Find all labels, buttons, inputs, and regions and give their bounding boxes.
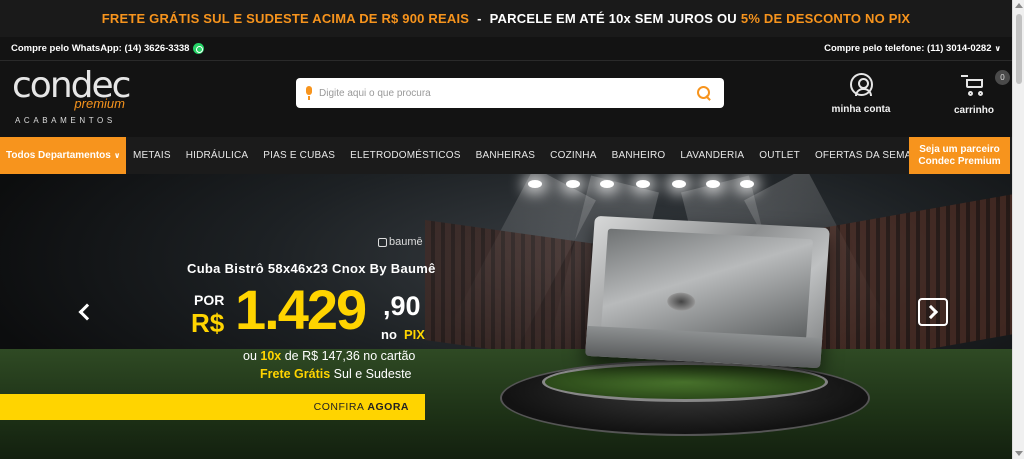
cart-icon: 0 bbox=[961, 70, 1010, 97]
sink-product-image bbox=[585, 215, 830, 369]
product-title: Cuba Bistrô 58x46x23 Cnox By Baumê bbox=[187, 261, 436, 276]
brand-name: baumē bbox=[389, 236, 423, 248]
scrollbar[interactable] bbox=[1012, 0, 1024, 459]
pedestal-top bbox=[542, 362, 828, 402]
nav-item-hidraulica[interactable]: HIDRÁULICA bbox=[186, 150, 249, 161]
phone-text: Compre pelo telefone: (11) 3014-0282 bbox=[824, 43, 992, 54]
whatsapp-text: Compre pelo WhatsApp: (14) 3626-3338 bbox=[11, 43, 190, 54]
brand-icon bbox=[378, 237, 387, 247]
phone-dropdown[interactable]: Compre pelo telefone: (11) 3014-0282 ∨ bbox=[824, 43, 1001, 54]
cart-count-badge: 0 bbox=[995, 70, 1010, 85]
site-header: condec premium ACABAMENTOS minha conta 0… bbox=[0, 60, 1012, 137]
scroll-down-icon[interactable] bbox=[1015, 451, 1023, 456]
account-button[interactable]: minha conta bbox=[826, 73, 896, 115]
promo-shipping: FRETE GRÁTIS SUL E SUDESTE ACIMA DE R$ 9… bbox=[101, 11, 470, 26]
cta-label-2: AGORA bbox=[367, 401, 409, 413]
price-no-label: no bbox=[381, 327, 397, 342]
stadium-light bbox=[672, 180, 686, 188]
scrollbar-thumb[interactable] bbox=[1016, 14, 1022, 84]
hero-banner[interactable]: baumē Cuba Bistrô 58x46x23 Cnox By Baumê… bbox=[0, 174, 1012, 459]
nav-item-pias-e-cubas[interactable]: PIAS E CUBAS bbox=[263, 150, 335, 161]
promo-installments: PARCELE EM ATÉ 10x SEM JUROS OU bbox=[489, 11, 737, 26]
stadium-light bbox=[636, 180, 650, 188]
cart-label: carrinho bbox=[953, 105, 994, 116]
cta-button[interactable]: CONFIRA AGORA bbox=[0, 394, 425, 420]
nav-item-cozinha[interactable]: COZINHA bbox=[550, 150, 596, 161]
carousel-next-button[interactable] bbox=[918, 298, 948, 326]
stadium-light bbox=[740, 180, 754, 188]
cta-label-1: CONFIRA bbox=[313, 401, 365, 413]
price-integer: 1.429 bbox=[235, 278, 367, 341]
search-input[interactable] bbox=[319, 79, 696, 107]
microphone-icon[interactable] bbox=[303, 85, 315, 101]
all-departments-label: Todos Departamentos bbox=[6, 150, 111, 161]
chevron-down-icon: ∨ bbox=[113, 151, 121, 160]
nav-item-banheiras[interactable]: BANHEIRAS bbox=[476, 150, 536, 161]
account-label: minha conta bbox=[831, 104, 891, 115]
contact-bar: Compre pelo WhatsApp: (14) 3626-3338 Com… bbox=[0, 37, 1012, 60]
all-departments-button[interactable]: Todos Departamentos ∨ bbox=[0, 137, 126, 174]
carousel-prev-button[interactable] bbox=[70, 298, 98, 326]
chevron-right-icon bbox=[923, 304, 939, 320]
nav-item-eletrodomesticos[interactable]: ELETRODOMÉSTICOS bbox=[350, 150, 460, 161]
logo[interactable]: condec premium ACABAMENTOS bbox=[12, 68, 132, 128]
nav-item-lavanderia[interactable]: LAVANDERIA bbox=[680, 150, 744, 161]
whatsapp-icon bbox=[193, 43, 205, 54]
stadium-light bbox=[566, 180, 580, 188]
partner-line2: Condec Premium bbox=[918, 155, 1001, 167]
nav-item-banheiro[interactable]: BANHEIRO bbox=[612, 150, 666, 161]
main-nav: Todos Departamentos ∨ METAIS HIDRÁULICA … bbox=[0, 137, 1012, 174]
partner-button[interactable]: Seja um parceiro Condec Premium bbox=[909, 137, 1010, 174]
brand-logo: baumē bbox=[378, 236, 423, 248]
price-decimal: ,90 bbox=[383, 291, 421, 321]
user-icon bbox=[849, 73, 873, 96]
shipping-text: Frete Grátis Sul e Sudeste bbox=[260, 367, 412, 381]
scroll-up-icon[interactable] bbox=[1015, 3, 1023, 8]
whatsapp-link[interactable]: Compre pelo WhatsApp: (14) 3626-3338 bbox=[11, 43, 205, 54]
nav-item-outlet[interactable]: OUTLET bbox=[759, 150, 800, 161]
promo-pix-discount: 5% DE DESCONTO NO PIX bbox=[740, 11, 911, 26]
promo-separator: - bbox=[477, 11, 482, 26]
price-por-label: POR bbox=[194, 292, 225, 308]
installments-text: ou 10x de R$ 147,36 no cartão bbox=[243, 349, 416, 363]
promo-bar: FRETE GRÁTIS SUL E SUDESTE ACIMA DE R$ 9… bbox=[0, 0, 1012, 37]
search-bar bbox=[296, 78, 724, 108]
chevron-left-icon bbox=[78, 303, 96, 321]
nav-items: METAIS HIDRÁULICA PIAS E CUBAS ELETRODOM… bbox=[133, 150, 941, 161]
chevron-down-icon: ∨ bbox=[994, 44, 1002, 53]
logo-tagline: ACABAMENTOS bbox=[15, 116, 116, 125]
nav-item-metais[interactable]: METAIS bbox=[133, 150, 171, 161]
partner-line1: Seja um parceiro bbox=[919, 143, 1000, 155]
price-pix-label: PIX bbox=[404, 327, 425, 342]
logo-sub: premium bbox=[74, 96, 125, 111]
price-currency: R$ bbox=[191, 308, 225, 338]
stadium-light bbox=[600, 180, 614, 188]
stadium-light bbox=[706, 180, 720, 188]
search-icon[interactable] bbox=[696, 85, 712, 101]
cart-button[interactable]: 0 carrinho bbox=[946, 70, 1010, 116]
page: FRETE GRÁTIS SUL E SUDESTE ACIMA DE R$ 9… bbox=[0, 0, 1012, 459]
stadium-light bbox=[528, 180, 542, 188]
